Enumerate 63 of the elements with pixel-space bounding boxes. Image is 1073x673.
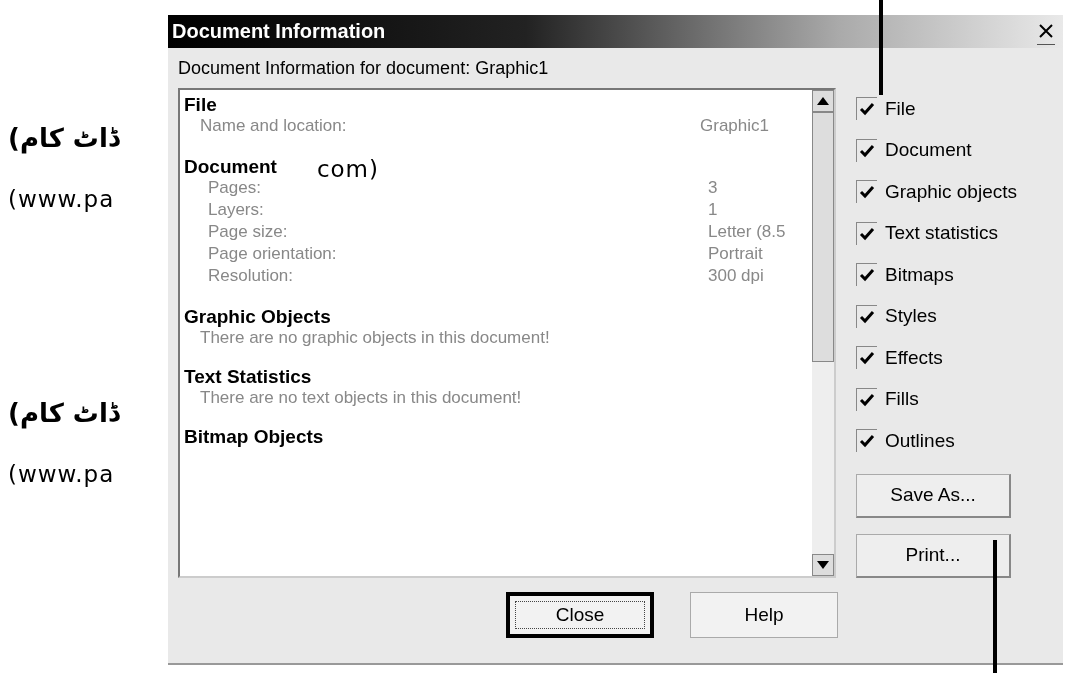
info-value: Graphic1 (700, 116, 769, 137)
info-label: Name and location: (200, 116, 347, 135)
info-label: Resolution: (208, 266, 294, 285)
window-title: Document Information (172, 20, 386, 43)
checkbox[interactable] (856, 346, 877, 370)
checkbox[interactable] (856, 429, 877, 453)
section-heading: Bitmap Objects (184, 426, 324, 448)
dialog-button[interactable]: Help (690, 592, 838, 638)
info-value: Portrait (708, 244, 763, 265)
triangle-down-icon (817, 561, 829, 569)
option-label: Graphic objects (885, 180, 1017, 203)
checkbox[interactable] (856, 138, 877, 162)
section-heading: Text Statistics (184, 366, 312, 388)
option-label: File (885, 97, 916, 120)
scroll-down-button[interactable] (812, 554, 834, 576)
dialog-button[interactable]: Save As... (856, 473, 1011, 518)
subtitle-text: Document Information for document: Graphic1 (177, 57, 550, 80)
close-icon (1039, 24, 1053, 38)
check-icon (859, 226, 875, 241)
option-label: Text statistics (885, 222, 998, 245)
check-icon (859, 351, 875, 366)
option-label: Effects (885, 346, 943, 369)
dialog-button[interactable]: Close (506, 592, 654, 638)
info-message: There are no graphic objects in this document! (199, 328, 551, 348)
scroll-thumb[interactable] (812, 112, 834, 362)
checkbox[interactable] (856, 180, 877, 204)
url-text: (www.pa (8, 460, 115, 487)
option-label: Styles (885, 305, 937, 328)
section-heading: File (184, 94, 217, 116)
info-value: Letter (8.5 (708, 222, 786, 243)
info-value: 1 (708, 200, 718, 221)
check-icon (859, 102, 875, 117)
info-value: 300 dpi (708, 266, 764, 287)
info-message: There are no text objects in this document! (199, 388, 523, 408)
check-icon (859, 309, 875, 324)
info-label: Page size: (208, 222, 288, 241)
info-value: 3 (708, 178, 718, 199)
triangle-up-icon (817, 97, 829, 105)
urdu-text: ڈاٹ کام) (7, 398, 121, 431)
check-icon (859, 392, 875, 407)
section-heading: Document (184, 156, 277, 178)
option-label: Bitmaps (885, 263, 954, 286)
dialog-button[interactable]: Print... (856, 533, 1011, 578)
checkbox[interactable] (856, 263, 877, 287)
info-label: Layers: (208, 200, 264, 219)
option-label: Outlines (885, 429, 955, 452)
checkbox[interactable] (856, 304, 877, 328)
info-label: Page orientation: (208, 244, 337, 263)
checkbox[interactable] (856, 97, 877, 121)
option-label: Document (885, 139, 972, 162)
checkbox[interactable] (856, 387, 877, 411)
checkbox[interactable] (856, 221, 877, 245)
check-icon (859, 268, 875, 283)
url-text: com) (316, 156, 379, 178)
check-icon (859, 434, 875, 449)
section-heading: Graphic Objects (184, 306, 331, 328)
check-icon (859, 185, 875, 200)
url-text: (www.pa (8, 185, 115, 212)
urdu-text: ڈاٹ کام) (7, 123, 121, 156)
scroll-up-button[interactable] (812, 90, 834, 112)
check-icon (859, 143, 875, 158)
info-label: Pages: (208, 178, 261, 197)
option-label: Fills (885, 388, 919, 411)
